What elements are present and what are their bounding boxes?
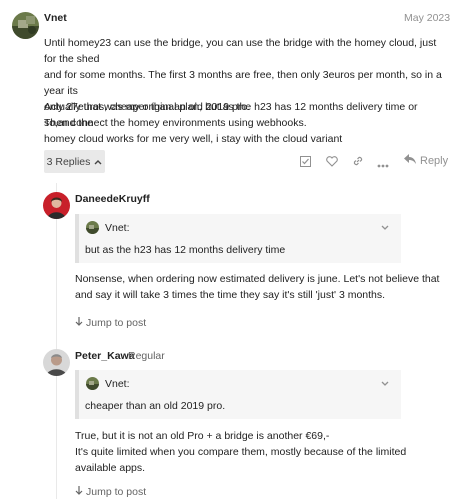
quote-text: but as the h23 has 12 months delivery ti… bbox=[85, 244, 286, 256]
quote-author: Vnet: bbox=[105, 222, 130, 234]
post-line: Until homey23 can use the bridge, you ca… bbox=[44, 37, 437, 65]
reply-username[interactable]: DaneedeKruyff bbox=[75, 193, 150, 205]
post-username[interactable]: Vnet bbox=[44, 12, 67, 24]
chevron-down-icon[interactable] bbox=[381, 222, 389, 234]
thread-line bbox=[56, 183, 57, 499]
more-icon[interactable] bbox=[377, 159, 389, 171]
post-line: Actually that was my original plan, but … bbox=[44, 101, 418, 129]
heart-icon[interactable] bbox=[326, 156, 338, 170]
reply-line: It's quite limited when you compare them… bbox=[75, 446, 407, 458]
reply-button[interactable]: Reply bbox=[404, 154, 448, 167]
reply-icon bbox=[404, 154, 416, 167]
jump-label: Jump to post bbox=[86, 317, 147, 329]
avatar-peter-kawa[interactable] bbox=[43, 349, 70, 376]
reply-line: True, but it is not an old Pro + a bridg… bbox=[75, 430, 330, 442]
quote-block: Vnet: but as the h23 has 12 months deliv… bbox=[75, 214, 401, 263]
avatar-vnet-small bbox=[86, 221, 99, 234]
avatar-vnet[interactable] bbox=[12, 12, 39, 39]
quote-block: Vnet: cheaper than an old 2019 pro. bbox=[75, 370, 401, 419]
reply-line: available apps. bbox=[75, 462, 146, 474]
link-icon[interactable] bbox=[352, 155, 364, 170]
replies-count-label: 3 Replies bbox=[46, 155, 91, 168]
jump-label: Jump to post bbox=[86, 486, 147, 498]
chevron-up-icon bbox=[94, 156, 102, 168]
post-line: homey cloud works for me very well, i st… bbox=[44, 133, 343, 145]
replies-toggle-button[interactable]: 3 Replies bbox=[44, 150, 105, 173]
reply-label: Reply bbox=[420, 154, 449, 167]
checkbox-icon[interactable] bbox=[300, 156, 311, 170]
quote-text: cheaper than an old 2019 pro. bbox=[85, 400, 226, 412]
user-title: Regular bbox=[128, 350, 165, 362]
quote-author: Vnet: bbox=[105, 378, 130, 390]
post-date[interactable]: May 2023 bbox=[404, 12, 450, 24]
reply-line: and say it will take 3 times the time th… bbox=[75, 289, 386, 301]
avatar-vnet-small bbox=[86, 377, 99, 390]
reply-body: True, but it is not an old Pro + a bridg… bbox=[75, 428, 445, 476]
arrow-down-icon bbox=[75, 486, 83, 498]
chevron-down-icon[interactable] bbox=[381, 378, 389, 390]
avatar-daneedekruyff[interactable] bbox=[43, 192, 70, 219]
reply-body: Nonsense, when ordering now estimated de… bbox=[75, 271, 445, 303]
jump-to-post-link[interactable]: Jump to post bbox=[75, 317, 146, 329]
post-body-2: Actually that was my original plan, but … bbox=[44, 99, 448, 147]
post-line: and for some months. The first 3 months … bbox=[44, 69, 442, 97]
reply-line: Nonsense, when ordering now estimated de… bbox=[75, 273, 440, 285]
arrow-down-icon bbox=[75, 317, 83, 329]
reply-username[interactable]: Peter_Kawa bbox=[75, 350, 135, 362]
jump-to-post-link[interactable]: Jump to post bbox=[75, 486, 146, 498]
